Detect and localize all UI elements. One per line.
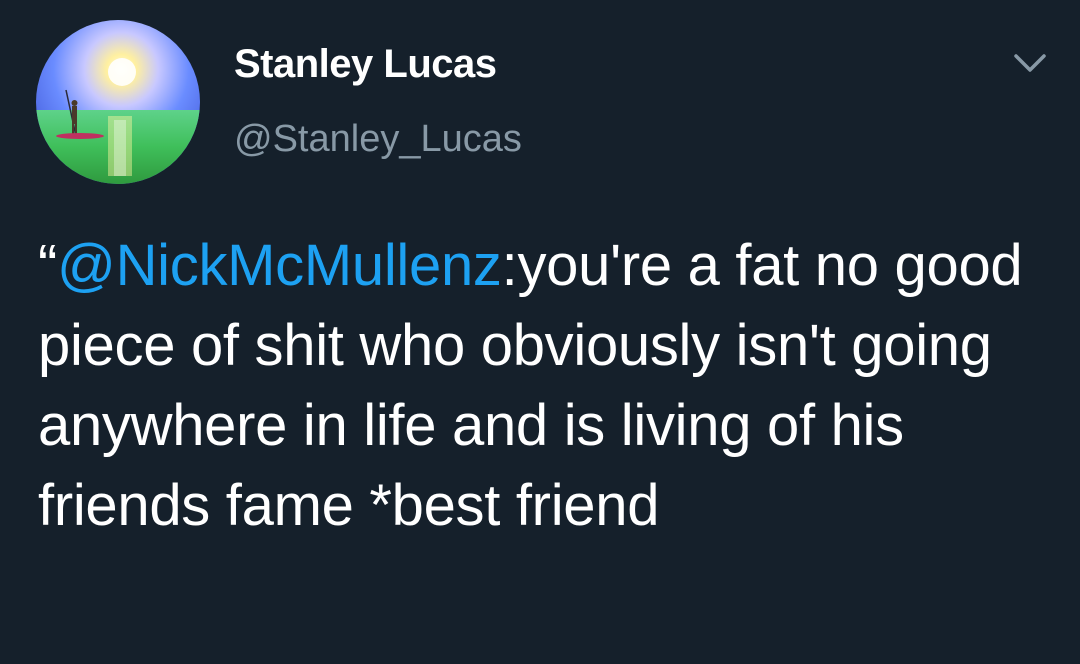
avatar[interactable] [36, 20, 200, 184]
chevron-down-icon[interactable] [1008, 48, 1052, 80]
tweet-text: “@NickMcMullenz:you're a fat no good pie… [38, 226, 1048, 546]
user-handle[interactable]: @Stanley_Lucas [234, 118, 522, 161]
mention-link[interactable]: @NickMcMullenz [57, 233, 502, 298]
sunset-paddleboard-avatar-icon [36, 20, 200, 184]
display-name[interactable]: Stanley Lucas [234, 42, 497, 87]
open-quote: “ [38, 233, 58, 298]
